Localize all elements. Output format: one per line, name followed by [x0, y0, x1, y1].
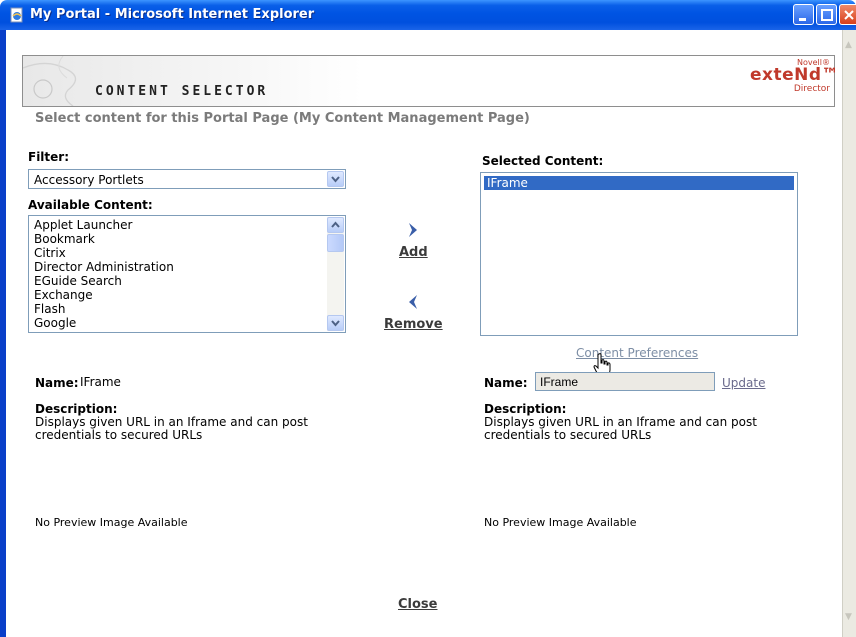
available-list-scrollbar[interactable] [327, 217, 344, 331]
page-subtitle: Select content for this Portal Page (My … [35, 111, 530, 126]
close-icon [844, 10, 854, 20]
left-description-line2: credentials to secured URLs [35, 428, 203, 442]
scroll-up-button[interactable] [327, 217, 344, 233]
window-scrollbar[interactable] [842, 30, 856, 637]
minimize-button[interactable] [793, 4, 814, 25]
content-selector-banner: CONTENT SELECTOR Novell® exteNd™ Directo… [22, 55, 840, 107]
left-description-label: Description: [35, 402, 118, 416]
scroll-up-icon[interactable]: ▲ [845, 40, 855, 54]
list-item[interactable]: Director Administration [32, 260, 325, 274]
window-title: My Portal - Microsoft Internet Explorer [30, 7, 315, 22]
left-name-label: Name: [35, 376, 79, 390]
minimize-icon [799, 18, 806, 21]
right-name-label: Name: [484, 376, 528, 390]
selected-content-label: Selected Content: [482, 154, 604, 168]
filter-dropdown-button[interactable] [327, 171, 344, 187]
chevron-down-icon [331, 176, 340, 183]
chevron-down-icon [331, 320, 340, 327]
filter-select[interactable]: Accessory Portlets [28, 169, 346, 189]
left-name-value: IFrame [80, 375, 121, 389]
list-item[interactable]: Bookmark [32, 232, 325, 246]
right-description-line2: credentials to secured URLs [484, 428, 652, 442]
window-frame-left [0, 30, 6, 637]
list-item[interactable]: Exchange [32, 288, 325, 302]
filter-label: Filter: [28, 150, 70, 164]
scrollbar-thumb[interactable] [327, 234, 344, 252]
list-item-selected[interactable]: IFrame [484, 176, 794, 190]
list-item[interactable]: Citrix [32, 246, 325, 260]
maximize-icon [821, 9, 833, 21]
filter-selected-value: Accessory Portlets [34, 173, 144, 187]
chevron-up-icon [331, 221, 340, 228]
maximize-button[interactable] [816, 4, 837, 25]
remove-arrow-icon[interactable] [405, 293, 421, 311]
right-description-label: Description: [484, 402, 567, 416]
list-item[interactable]: EGuide Search [32, 274, 325, 288]
close-link[interactable]: Close [398, 597, 437, 612]
add-button[interactable]: Add [399, 245, 428, 260]
scroll-down-button[interactable] [327, 315, 344, 331]
available-content-list[interactable]: Applet Launcher Bookmark Citrix Director… [28, 215, 346, 333]
add-arrow-icon[interactable] [405, 221, 421, 239]
available-content-label: Available Content: [28, 198, 153, 212]
brand-extend: exteNd™ [750, 65, 840, 85]
banner-title: CONTENT SELECTOR [95, 84, 269, 99]
update-link[interactable]: Update [722, 376, 765, 390]
left-preview-text: No Preview Image Available [35, 516, 188, 529]
ie-page-icon [10, 7, 23, 23]
right-preview-text: No Preview Image Available [484, 516, 637, 529]
name-input[interactable] [535, 372, 715, 391]
window-titlebar[interactable]: My Portal - Microsoft Internet Explorer [0, 0, 856, 30]
selected-content-list[interactable]: IFrame [480, 172, 798, 336]
list-item[interactable]: Google [32, 316, 325, 330]
remove-button[interactable]: Remove [384, 317, 443, 332]
list-item[interactable]: Applet Launcher [32, 218, 325, 232]
list-item[interactable]: Flash [32, 302, 325, 316]
close-window-button[interactable] [839, 4, 856, 25]
scroll-down-icon[interactable]: ▼ [845, 612, 855, 626]
novell-logo: Novell® exteNd™ Director [750, 58, 840, 94]
brand-director: Director [793, 84, 830, 94]
